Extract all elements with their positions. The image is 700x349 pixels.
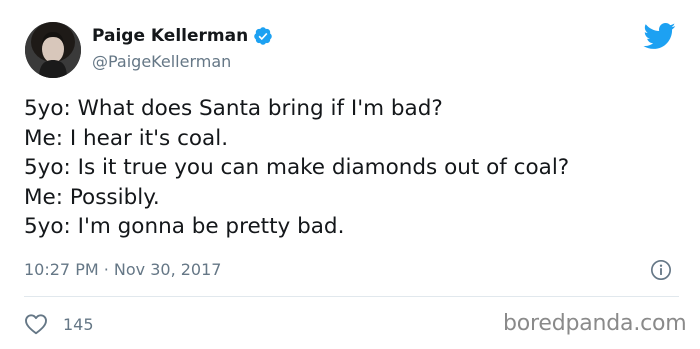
avatar[interactable] bbox=[25, 22, 81, 78]
tweet-line: 5yo: I'm gonna be pretty bad. bbox=[24, 214, 345, 239]
avatar-photo bbox=[25, 22, 81, 78]
like-action[interactable]: 145 bbox=[24, 312, 94, 336]
author-display-name[interactable]: Paige Kellerman bbox=[92, 26, 248, 46]
likes-count: 145 bbox=[63, 314, 94, 334]
tweet-line: Me: I hear it's coal. bbox=[24, 125, 229, 151]
watermark: boredpanda.com bbox=[503, 311, 687, 336]
tweet-line: Me: Possibly. bbox=[24, 184, 160, 210]
divider bbox=[24, 296, 679, 297]
info-icon[interactable] bbox=[650, 259, 672, 281]
verified-badge-icon bbox=[254, 27, 272, 45]
author-handle[interactable]: @PaigeKellerman bbox=[92, 52, 231, 71]
twitter-bird-icon[interactable] bbox=[642, 22, 676, 50]
heart-icon[interactable] bbox=[24, 313, 48, 335]
author-name-row[interactable]: Paige Kellerman bbox=[92, 24, 273, 48]
tweet-timestamp[interactable]: 10:27 PM · Nov 30, 2017 bbox=[24, 260, 221, 279]
tweet-text: 5yo: What does Santa bring if I'm bad? M… bbox=[24, 94, 684, 242]
tweet-line: 5yo: Is it true you can make diamonds ou… bbox=[24, 155, 570, 180]
tweet-card: Paige Kellerman @PaigeKellerman 5yo: Wha… bbox=[0, 0, 700, 349]
tweet-line: 5yo: What does Santa bring if I'm bad? bbox=[24, 96, 443, 121]
